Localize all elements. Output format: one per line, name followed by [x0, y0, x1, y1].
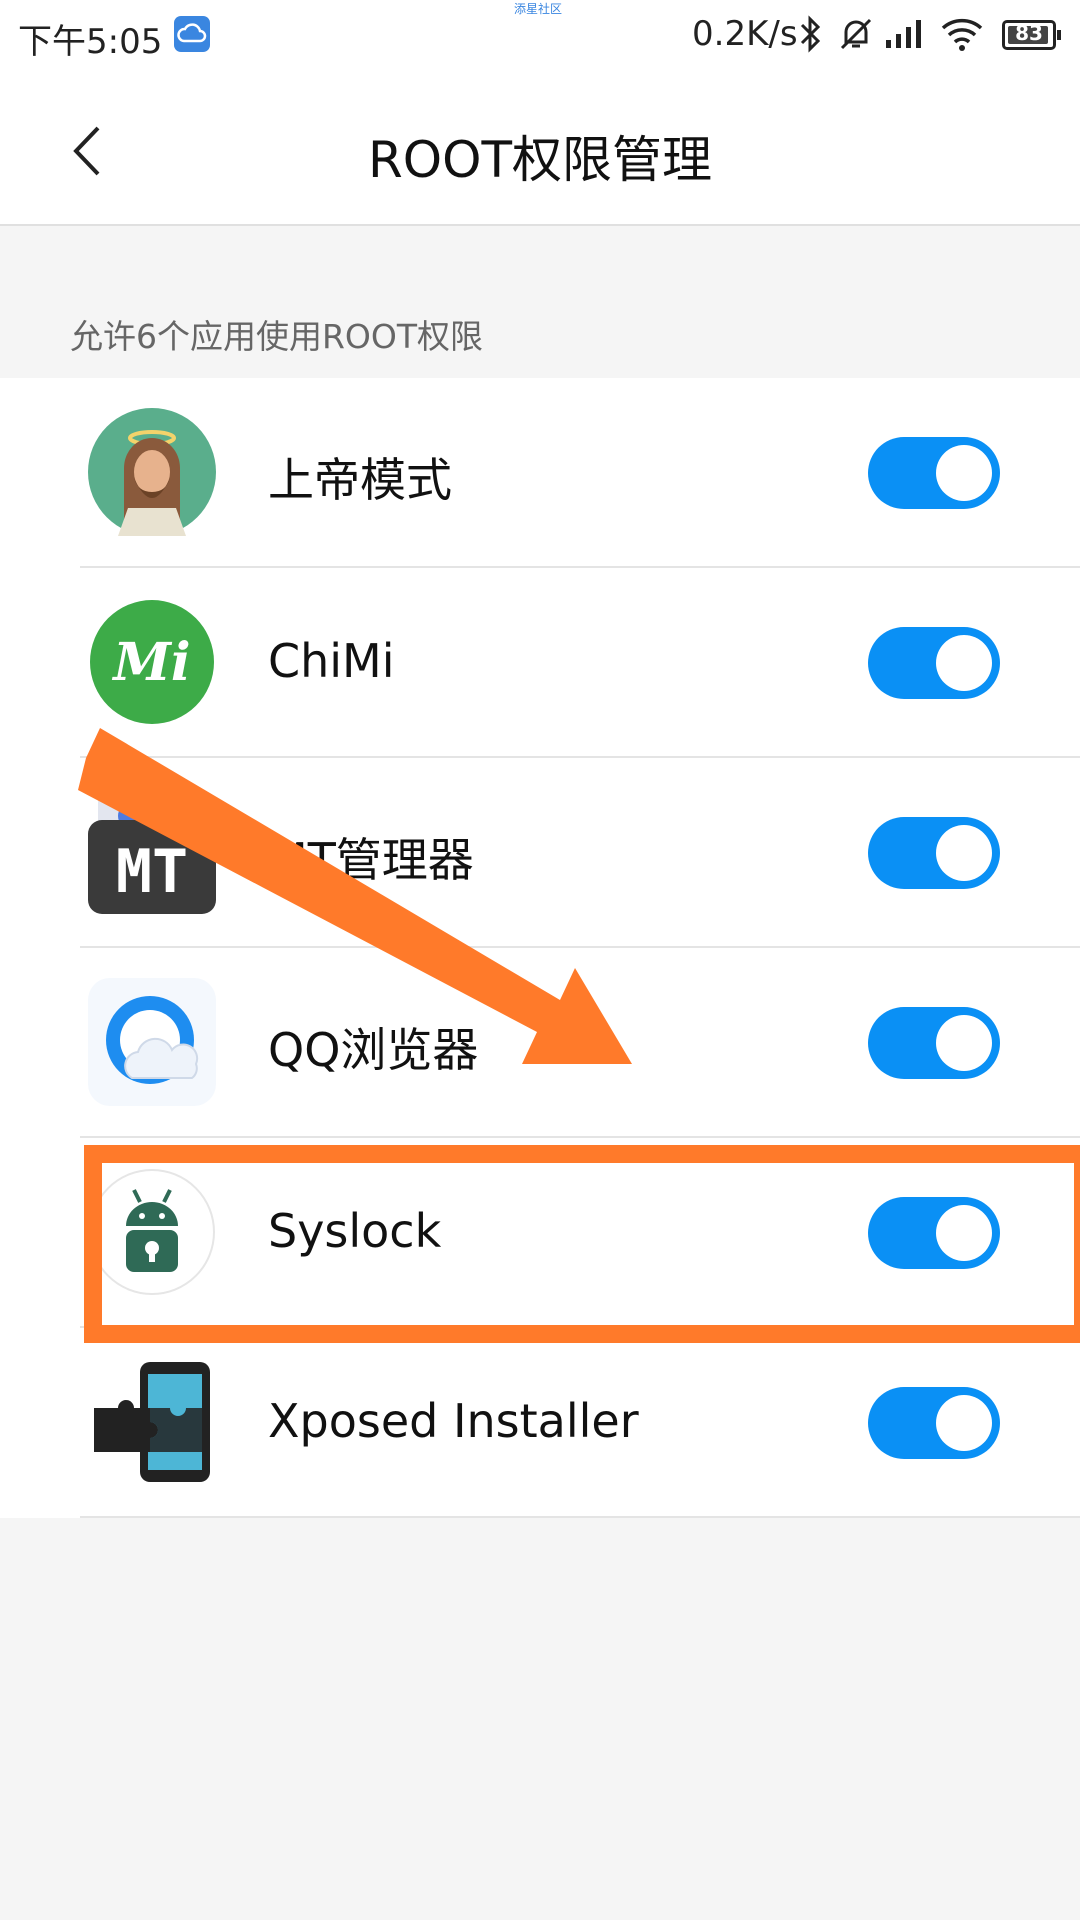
root-toggle[interactable] — [868, 437, 1000, 509]
syslock-icon — [88, 1168, 216, 1296]
root-toggle[interactable] — [868, 627, 1000, 699]
battery-level: 83 — [1015, 21, 1043, 45]
svg-text:Mi: Mi — [111, 632, 190, 693]
mute-icon — [836, 14, 876, 58]
root-toggle[interactable] — [868, 1007, 1000, 1079]
app-row-god-mode[interactable]: 上帝模式 — [0, 378, 1080, 568]
app-row-chimi[interactable]: Mi ChiMi — [0, 568, 1080, 758]
app-name: Xposed Installer — [268, 1394, 639, 1448]
section-label: 允许6个应用使用ROOT权限 — [70, 317, 484, 356]
header-bar: ROOT权限管理 — [0, 80, 1080, 226]
status-time: 下午5:05 — [18, 22, 163, 62]
mt-manager-icon: MT — [88, 788, 216, 916]
app-row-xposed[interactable]: Xposed Installer — [0, 1328, 1080, 1518]
app-row-syslock[interactable]: Syslock — [0, 1138, 1080, 1328]
status-bar: 下午5:05 添星社区 0.2K/s 83 — [0, 0, 1080, 80]
app-list: 上帝模式 Mi ChiMi MT MT管理器 QQ浏览器 Syslock Xpo… — [0, 378, 1080, 1518]
app-name: ChiMi — [268, 634, 395, 688]
qq-browser-icon — [88, 978, 216, 1106]
app-name: 上帝模式 — [268, 453, 452, 507]
svg-text:MT: MT — [116, 837, 188, 907]
god-mode-icon — [88, 408, 216, 536]
signal-icon — [884, 14, 928, 58]
app-name: Syslock — [268, 1204, 442, 1258]
app-row-mt-manager[interactable]: MT MT管理器 — [0, 758, 1080, 948]
bluetooth-icon — [796, 14, 824, 58]
chimi-icon: Mi — [88, 598, 216, 726]
wifi-icon — [940, 14, 984, 58]
net-speed: 0.2K/s — [692, 14, 798, 54]
root-toggle[interactable] — [868, 817, 1000, 889]
page-title: ROOT权限管理 — [368, 131, 712, 189]
divider — [80, 1516, 1080, 1518]
cloud-icon — [174, 16, 210, 52]
app-name: QQ浏览器 — [268, 1023, 479, 1077]
root-toggle[interactable] — [868, 1197, 1000, 1269]
xposed-icon — [88, 1358, 216, 1486]
app-row-qq-browser[interactable]: QQ浏览器 — [0, 948, 1080, 1138]
root-toggle[interactable] — [868, 1387, 1000, 1459]
watermark: 添星社区 — [514, 2, 563, 16]
app-name: MT管理器 — [268, 833, 474, 887]
battery-icon: 83 — [1002, 20, 1061, 50]
